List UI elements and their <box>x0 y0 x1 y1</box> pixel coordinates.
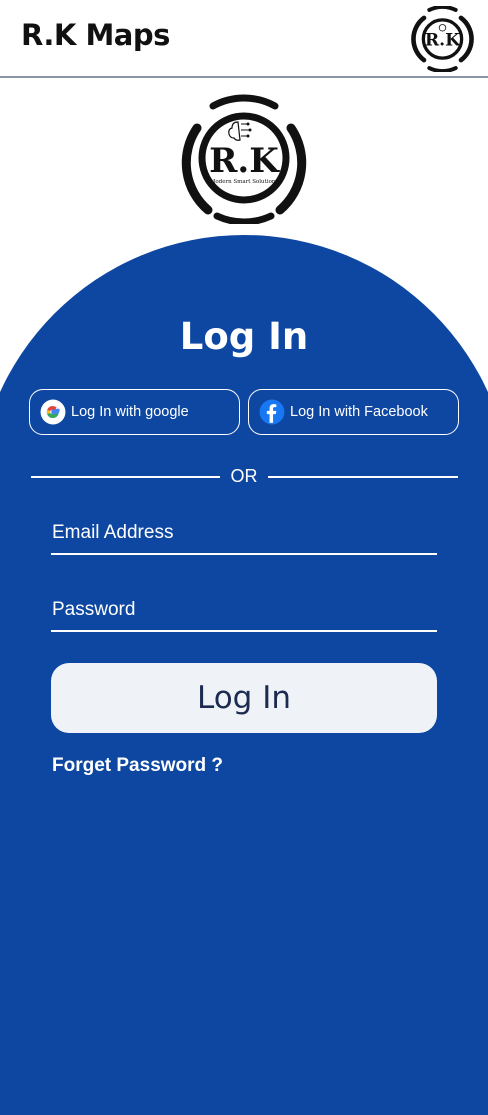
app-title: R.K Maps <box>21 18 170 52</box>
or-divider-right <box>268 476 458 478</box>
app-header: R.K Maps R.K <box>0 0 488 78</box>
google-icon <box>40 399 66 425</box>
rk-logo-icon: R.K <box>408 6 477 72</box>
facebook-icon <box>259 399 285 425</box>
svg-text:R.K: R.K <box>425 31 461 51</box>
brand-logo: R.K Modern Smart Solutions <box>175 92 313 224</box>
login-button[interactable]: Log In <box>51 663 437 733</box>
or-divider-left <box>31 476 220 478</box>
facebook-login-button[interactable]: Log In with Facebook <box>248 389 459 435</box>
email-field[interactable] <box>51 517 437 555</box>
logo-tagline: Modern Smart Solutions <box>210 179 279 185</box>
facebook-login-label: Log In with Facebook <box>290 404 428 420</box>
login-title: Log In <box>179 315 309 358</box>
logo-text: R.K <box>209 141 280 181</box>
password-field[interactable] <box>51 594 437 632</box>
or-label: OR <box>230 466 258 486</box>
google-login-button[interactable]: Log In with google <box>29 389 240 435</box>
forgot-password-link[interactable]: Forget Password ? <box>52 755 223 777</box>
google-login-label: Log In with google <box>71 404 189 420</box>
